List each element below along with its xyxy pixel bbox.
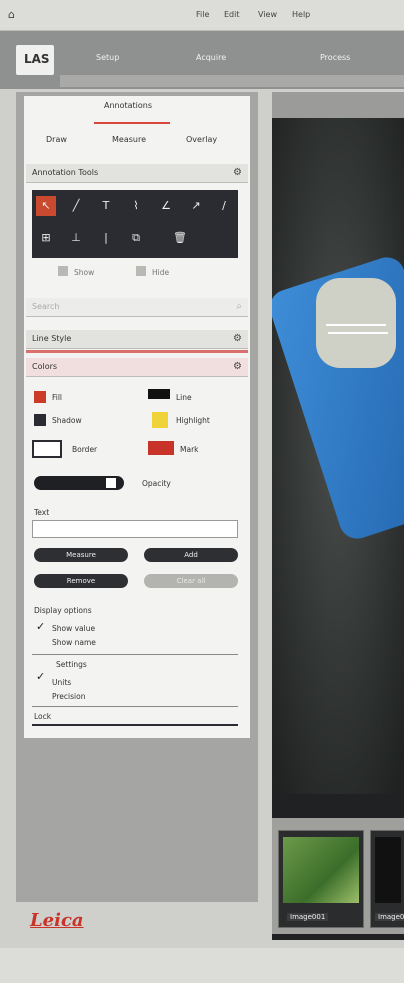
thumbnail-1[interactable]: Image001 <box>278 830 364 928</box>
polyline-icon[interactable]: ⌇ <box>126 196 146 216</box>
line-color-icon[interactable] <box>148 389 170 399</box>
grid-icon[interactable]: ⊞ <box>36 228 56 248</box>
angle-icon[interactable]: ∠ <box>156 196 176 216</box>
section-label: Line Style <box>32 334 72 343</box>
slider-handle[interactable] <box>106 478 116 488</box>
tab-underline <box>94 122 170 124</box>
app-menu-button[interactable]: LAS <box>16 45 54 75</box>
color-label-line: Line <box>176 393 192 402</box>
highlight-icon[interactable] <box>152 412 168 428</box>
color-label-mark: Mark <box>180 445 199 454</box>
live-image[interactable] <box>272 118 404 794</box>
option-item: Units <box>52 678 72 687</box>
status-bar <box>0 948 404 983</box>
shadow-icon[interactable] <box>34 414 46 426</box>
search-placeholder: Search <box>32 302 60 311</box>
show-label: Show <box>74 268 95 277</box>
menu-file[interactable]: File <box>196 10 209 19</box>
thumbnail-image <box>283 837 359 903</box>
thumbnail-image <box>375 837 401 903</box>
tab-draw[interactable]: Draw <box>46 135 67 144</box>
colors-header[interactable]: Colors ⚙ <box>26 358 248 377</box>
measure-button[interactable]: Measure <box>34 548 128 562</box>
opacity-label: Opacity <box>142 479 171 488</box>
show-checkbox[interactable] <box>58 266 68 276</box>
panel-title: Annotations <box>104 101 153 110</box>
thumbnail-2[interactable]: Image002 <box>370 830 404 928</box>
color-label-border: Border <box>72 445 98 454</box>
color-label-shadow: Shadow <box>52 416 82 425</box>
text-field-label: Text <box>34 508 50 517</box>
menu-help[interactable]: Help <box>292 10 310 19</box>
color-label-highlight: Highlight <box>176 416 210 425</box>
thumbnail-caption: Image001 <box>287 913 329 921</box>
checkmark-icon[interactable]: ✓ <box>36 670 45 683</box>
mark-icon[interactable] <box>148 441 174 455</box>
menu-edit[interactable]: Edit <box>224 10 240 19</box>
text-icon[interactable]: T <box>96 196 116 216</box>
text-input[interactable] <box>32 520 238 538</box>
search-box[interactable]: Search ⌕ <box>26 298 248 317</box>
options-title: Display options <box>34 606 92 615</box>
search-icon[interactable]: ⌕ <box>236 301 242 312</box>
border-icon[interactable] <box>32 440 62 458</box>
thumbnail-caption: Image002 <box>375 913 404 921</box>
viewer-header <box>272 92 404 118</box>
main-toolbar: LAS Setup Acquire Process <box>0 31 404 89</box>
footer-rule <box>32 724 238 726</box>
divider <box>32 654 238 655</box>
delete-icon[interactable]: 🗑 <box>170 228 190 248</box>
line-icon[interactable]: ╱ <box>66 196 86 216</box>
divider-icon[interactable]: | <box>96 228 116 248</box>
leica-logo: Leica <box>30 910 84 931</box>
remove-button[interactable]: Remove <box>34 574 128 588</box>
arrow-icon[interactable]: ↗ <box>186 196 206 216</box>
add-button[interactable]: Add <box>144 548 238 562</box>
annotation-tools-header[interactable]: Annotation Tools ⚙ <box>26 164 248 183</box>
settings-icon[interactable]: ⚙ <box>233 167 242 178</box>
nav-process[interactable]: Process <box>320 53 350 62</box>
menu-view[interactable]: View <box>258 10 277 19</box>
expand-icon[interactable]: ⚙ <box>233 361 242 372</box>
app-logo: LAS <box>24 52 50 66</box>
toolbar-strip <box>60 75 404 87</box>
camera-feed <box>272 118 404 794</box>
nav-setup[interactable]: Setup <box>96 53 119 62</box>
clear-all-button[interactable]: Clear all <box>144 574 238 588</box>
tab-overlay[interactable]: Overlay <box>186 135 217 144</box>
checkmark-icon[interactable]: ✓ <box>36 620 45 633</box>
nav-acquire[interactable]: Acquire <box>196 53 226 62</box>
cursor-icon[interactable]: ↖ <box>36 196 56 216</box>
settings-title: Settings <box>56 660 87 669</box>
lock-label: Lock <box>34 712 52 721</box>
section-label: Colors <box>32 362 58 371</box>
option-item: Precision <box>52 692 86 701</box>
tab-measure[interactable]: Measure <box>112 135 146 144</box>
divider <box>32 706 238 707</box>
color-label-fill: Fill <box>52 393 63 402</box>
fill-icon[interactable] <box>34 391 46 403</box>
option-item: Show value <box>52 624 96 633</box>
divider <box>26 350 248 353</box>
copy-icon[interactable]: ⧉ <box>126 228 146 248</box>
home-icon[interactable]: ⌂ <box>8 8 22 21</box>
hide-label: Hide <box>152 268 170 277</box>
title-bar: ⌂ File Edit View Help <box>0 0 404 31</box>
bracket-icon[interactable]: ⊥ <box>66 228 86 248</box>
expand-icon[interactable]: ⚙ <box>233 333 242 344</box>
section-label: Annotation Tools <box>32 168 99 177</box>
freehand-icon[interactable]: ∕ <box>214 196 234 216</box>
hide-checkbox[interactable] <box>136 266 146 276</box>
option-item: Show name <box>52 638 96 647</box>
line-style-header[interactable]: Line Style ⚙ <box>26 330 248 349</box>
